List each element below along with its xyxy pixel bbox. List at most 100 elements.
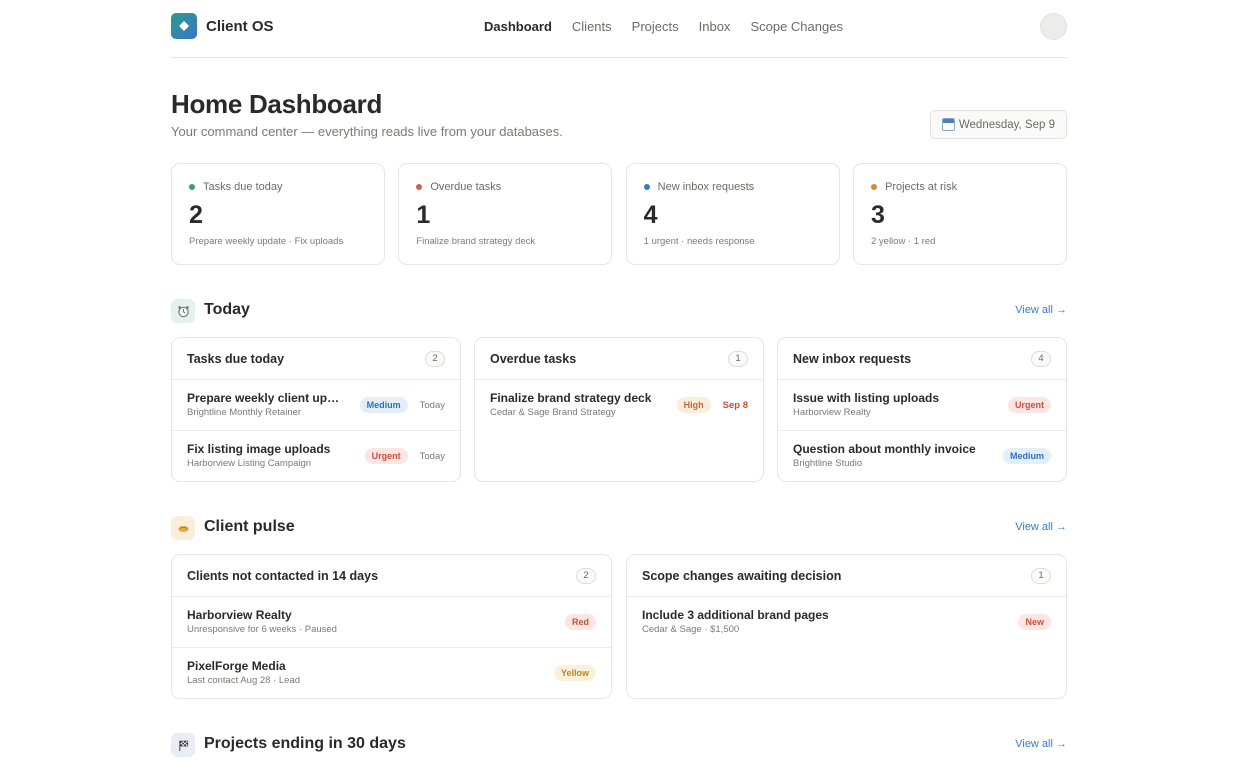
item-title: Prepare weekly client up… [187,391,340,405]
stat-cards: Tasks due today 2 Prepare weekly update … [171,163,1067,265]
item-title: Fix listing image uploads [187,442,331,456]
brand[interactable]: Client OS [171,13,274,39]
priority-badge: Medium [359,397,408,413]
stat-value: 3 [870,201,885,229]
section-client-pulse-header: Client pulse View all → [171,516,1067,541]
stat-card-inbox[interactable]: New inbox requests 4 1 urgent · needs re… [625,163,840,265]
item-subtitle: Cedar & Sage · $1,500 [642,624,740,635]
item-subtitle: Brightline Monthly Retainer [187,407,302,418]
due-date: Today [419,399,445,411]
panel-overdue-tasks: Overdue tasks 1 Finalize brand strategy … [474,337,764,482]
count-badge: 4 [1031,351,1051,367]
status-dot [643,184,650,190]
priority-badge: High [676,397,711,413]
count-badge: 2 [425,351,445,367]
stat-label: New inbox requests [657,181,755,193]
stat-label: Tasks due today [203,181,283,193]
checkered-flag-icon [171,733,195,757]
stat-note: Prepare weekly update · Fix uploads [189,236,344,247]
item-subtitle: Harborview Listing Campaign [187,458,312,469]
panel-title: Tasks due today [187,352,285,366]
stat-card-overdue[interactable]: Overdue tasks 1 Finalize brand strategy … [398,163,613,265]
view-all-link[interactable]: View all → [1015,738,1067,750]
status-badge: New [1018,614,1051,630]
count-badge: 1 [1031,568,1051,584]
panel-title: Scope changes awaiting decision [642,569,842,583]
stat-label: Overdue tasks [430,181,502,193]
page-subtitle: Your command center — everything reads l… [171,124,563,139]
health-badge: Red [564,614,596,630]
item-title: PixelForge Media [187,659,286,673]
list-item[interactable]: Include 3 additional brand pages Cedar &… [627,597,1066,648]
item-title: Include 3 additional brand pages [642,608,829,622]
list-item[interactable]: Harborview Realty Unresponsive for 6 wee… [172,597,611,648]
stat-label: Projects at risk [884,181,958,193]
item-title: Question about monthly invoice [793,442,976,456]
item-title: Harborview Realty [187,608,292,622]
nav-projects[interactable]: Projects [632,19,679,34]
status-dot [416,184,423,190]
count-badge: 1 [728,351,748,367]
nav-scope-changes[interactable]: Scope Changes [750,19,843,34]
status-dot [870,184,877,190]
section-projects-ending-header: Projects ending in 30 days View all → [171,733,1067,758]
list-item[interactable]: Issue with listing uploads Harborview Re… [778,380,1066,431]
due-date: Today [419,450,445,462]
panel-new-inbox-requests: New inbox requests 4 Issue with listing … [777,337,1067,482]
stat-note: 2 yellow · 1 red [870,236,936,247]
top-bar: Client OS Dashboard Clients Projects Inb… [171,0,1067,58]
stat-card-tasks-due[interactable]: Tasks due today 2 Prepare weekly update … [171,163,385,265]
priority-badge: Urgent [1008,397,1051,413]
main-nav: Dashboard Clients Projects Inbox Scope C… [484,19,863,34]
panel-title: Overdue tasks [490,352,577,366]
stat-card-at-risk[interactable]: Projects at risk 3 2 yellow · 1 red [852,163,1067,265]
view-all-link[interactable]: View all → [1015,304,1067,316]
stat-value: 4 [643,201,658,229]
date-chip[interactable]: Wednesday, Sep 9 [929,110,1067,139]
stat-note: Finalize brand strategy deck [416,236,536,247]
panel-scope-changes: Scope changes awaiting decision 1 Includ… [626,554,1067,699]
list-item[interactable]: Fix listing image uploads Harborview Lis… [172,431,460,481]
section-title: Today [204,301,250,318]
section-today-header: Today View all → [171,299,1067,324]
item-title: Finalize brand strategy deck [490,391,652,405]
page: Client OS Dashboard Clients Projects Inb… [171,0,1067,757]
section-title: Projects ending in 30 days [204,735,406,752]
section-title: Client pulse [204,518,295,535]
stat-value: 2 [189,201,203,229]
status-dot [189,184,195,190]
priority-badge: Medium [1002,448,1051,464]
alarm-clock-icon [171,299,195,323]
panel-clients-not-contacted: Clients not contacted in 14 days 2 Harbo… [171,554,612,699]
list-item[interactable]: PixelForge Media Last contact Aug 28 · L… [172,648,611,698]
item-subtitle: Unresponsive for 6 weeks · Paused [187,624,337,635]
stat-note: 1 urgent · needs response [643,236,755,247]
item-subtitle: Last contact Aug 28 · Lead [187,675,301,686]
priority-badge: Urgent [364,448,408,464]
list-item[interactable]: Finalize brand strategy deck Cedar & Sag… [475,380,763,431]
due-date: Sep 8 [722,399,748,411]
list-item[interactable]: Question about monthly invoice Brightlin… [778,431,1066,481]
nav-dashboard[interactable]: Dashboard [484,19,552,34]
avatar[interactable] [1040,13,1067,40]
page-title: Home Dashboard [171,89,383,119]
count-badge: 2 [576,568,596,584]
handshake-icon [171,516,195,540]
calendar-icon [941,118,955,131]
item-subtitle: Cedar & Sage Brand Strategy [490,407,616,418]
stat-value: 1 [416,201,431,229]
panel-title: New inbox requests [793,352,912,366]
app-logo-icon [171,13,197,39]
date-label: Wednesday, Sep 9 [958,118,1055,131]
item-title: Issue with listing uploads [793,391,940,405]
health-badge: Yellow [553,665,596,681]
panel-title: Clients not contacted in 14 days [187,569,379,583]
panel-tasks-due-today: Tasks due today 2 Prepare weekly client … [171,337,461,482]
view-all-link[interactable]: View all → [1015,521,1067,533]
list-item[interactable]: Prepare weekly client up… Brightline Mon… [172,380,460,431]
app-name: Client OS [206,17,274,35]
item-subtitle: Brightline Studio [793,458,863,469]
nav-inbox[interactable]: Inbox [699,19,731,34]
item-subtitle: Harborview Realty [793,407,871,418]
nav-clients[interactable]: Clients [572,19,612,34]
